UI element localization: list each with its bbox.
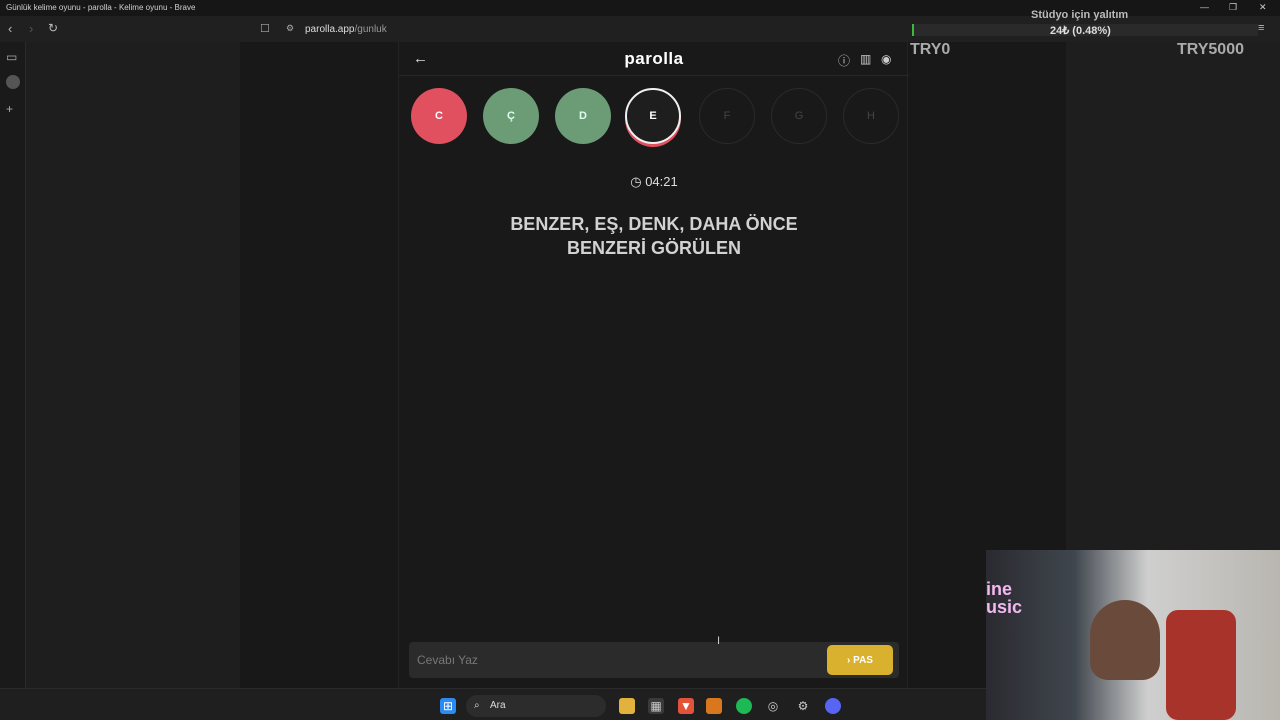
url-path: /gunluk bbox=[354, 24, 387, 35]
letter-f: F bbox=[699, 88, 755, 144]
letter-c-cedilla: Ç bbox=[483, 88, 539, 144]
spotify-icon[interactable] bbox=[736, 698, 752, 714]
minimize-button[interactable]: — bbox=[1200, 2, 1209, 12]
timer-value: 04:21 bbox=[645, 174, 678, 189]
clue-line-1: BENZER, EŞ, DENK, DAHA ÖNCE bbox=[510, 214, 798, 234]
clock-icon: ◷ bbox=[630, 174, 642, 189]
letter-d: D bbox=[555, 88, 611, 144]
goal-start-label: TRY0 bbox=[910, 41, 951, 58]
add-icon[interactable]: + bbox=[6, 102, 13, 116]
clue-text: BENZER, EŞ, DENK, DAHA ÖNCE BENZERİ GÖRÜ… bbox=[439, 212, 869, 260]
leo-icon[interactable] bbox=[6, 75, 20, 89]
back-nav-icon[interactable]: ‹ bbox=[8, 21, 12, 36]
letter-g: G bbox=[771, 88, 827, 144]
steam-icon[interactable]: ◎ bbox=[765, 698, 781, 714]
fl-studio-icon[interactable] bbox=[706, 698, 722, 714]
user-icon[interactable]: ◉ bbox=[881, 52, 891, 66]
app-icon[interactable]: ⚙ bbox=[795, 698, 811, 714]
clue-line-2: BENZERİ GÖRÜLEN bbox=[566, 238, 741, 258]
donation-goal-title: Stüdyo için yalıtım bbox=[1031, 9, 1129, 21]
answer-input[interactable] bbox=[417, 650, 817, 670]
text-cursor-icon: I bbox=[717, 635, 721, 647]
letter-c: C bbox=[411, 88, 467, 144]
info-icon[interactable]: ⓘ bbox=[838, 52, 850, 69]
goal-end-label: TRY5000 bbox=[1177, 41, 1244, 58]
taskbar-search[interactable]: ⌕ Ara bbox=[466, 695, 606, 717]
url-host: parolla.app bbox=[305, 24, 355, 35]
url-text: parolla.app/gunluk bbox=[305, 24, 387, 35]
browser-sidebar: ▭ + bbox=[0, 42, 26, 688]
forward-nav-icon[interactable]: › bbox=[29, 21, 33, 36]
timer: ◷ 04:21 bbox=[399, 174, 909, 190]
webcam-feed: ine usic bbox=[986, 550, 1280, 720]
search-icon: ⌕ bbox=[474, 700, 480, 711]
stats-icon[interactable]: ▥ bbox=[860, 52, 871, 66]
brave-icon[interactable]: ▼ bbox=[678, 698, 694, 714]
pass-label: PAS bbox=[853, 654, 873, 666]
letter-h: H bbox=[843, 88, 899, 144]
donation-goal-progress: 24₺ (0.48%) bbox=[1050, 25, 1111, 37]
neon-line-2: usic bbox=[986, 597, 1023, 617]
answer-form: › PAS bbox=[409, 642, 899, 678]
brand-logo: parolla bbox=[624, 49, 684, 68]
taskbar: ⊞ ⌕ Ara ▦ ▼ ◎ ⚙ bbox=[0, 688, 986, 720]
page-background-left bbox=[26, 42, 240, 688]
letter-e-active: E bbox=[625, 88, 681, 144]
address-bar[interactable]: ☐ ⚙ parolla.app/gunluk bbox=[258, 19, 903, 39]
file-explorer-icon[interactable] bbox=[619, 698, 635, 714]
chevron-right-icon: › bbox=[847, 654, 851, 666]
discord-icon[interactable] bbox=[825, 698, 841, 714]
pass-button[interactable]: › PAS bbox=[827, 645, 893, 675]
window-title: Günlük kelime oyunu - parolla - Kelime o… bbox=[6, 3, 196, 12]
gaming-chair bbox=[1166, 610, 1236, 720]
maximize-button[interactable]: ❐ bbox=[1229, 2, 1237, 13]
neon-sign: ine usic bbox=[986, 580, 1022, 616]
donation-goal-bar: 24₺ (0.48%) bbox=[912, 24, 1258, 37]
bookmark-icon[interactable]: ☐ bbox=[260, 22, 270, 35]
menu-icon[interactable]: ≡ bbox=[1258, 22, 1264, 34]
app-header: ← parolla ⓘ ▥ ◉ bbox=[399, 42, 909, 76]
sidebar-panel-icon[interactable]: ▭ bbox=[6, 50, 17, 64]
site-info-icon[interactable]: ⚙ bbox=[286, 23, 294, 34]
close-button[interactable]: ✕ bbox=[1259, 2, 1267, 13]
parolla-app: ← parolla ⓘ ▥ ◉ C Ç D E F G H ◷ 04:21 BE… bbox=[398, 42, 909, 688]
windows-start-icon[interactable]: ⊞ bbox=[440, 698, 456, 714]
reload-icon[interactable]: ↻ bbox=[48, 21, 58, 35]
neon-line-1: ine bbox=[986, 579, 1013, 599]
store-icon[interactable]: ▦ bbox=[648, 698, 664, 714]
streamer bbox=[1090, 600, 1160, 680]
letter-wheel: C Ç D E F G H bbox=[411, 88, 901, 144]
search-label: Ara bbox=[490, 700, 506, 711]
